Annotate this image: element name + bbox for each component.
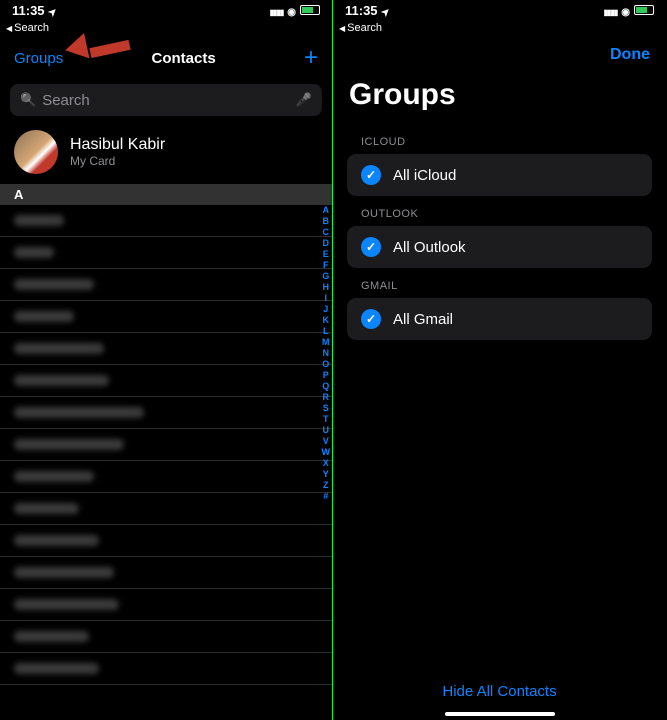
- groups-screen: 11:35 Search Done Groups ICLOUD All iClou…: [333, 0, 666, 720]
- my-card-name: Hasibul Kabir: [70, 136, 165, 154]
- location-icon: [382, 3, 390, 18]
- done-button[interactable]: Done: [610, 46, 650, 64]
- search-placeholder: Search: [42, 92, 290, 109]
- index-letter[interactable]: M: [322, 337, 331, 348]
- home-indicator[interactable]: [445, 712, 555, 716]
- battery-icon: [634, 5, 654, 15]
- search-field[interactable]: Search: [10, 84, 322, 116]
- group-label: All Outlook: [393, 239, 466, 256]
- index-letter[interactable]: W: [322, 447, 331, 458]
- checkmark-icon: [361, 165, 381, 185]
- index-letter[interactable]: J: [322, 304, 331, 315]
- contact-row[interactable]: [0, 429, 332, 461]
- checkmark-icon: [361, 309, 381, 329]
- contact-row[interactable]: [0, 269, 332, 301]
- battery-icon: [300, 5, 320, 15]
- checkmark-icon: [361, 237, 381, 257]
- index-letter[interactable]: Y: [322, 469, 331, 480]
- status-bar: 11:35: [0, 0, 332, 20]
- index-letter[interactable]: R: [322, 392, 331, 403]
- contact-row[interactable]: [0, 333, 332, 365]
- contact-row[interactable]: [0, 621, 332, 653]
- index-letter[interactable]: O: [322, 359, 331, 370]
- nav-bar: Groups Contacts +: [0, 36, 332, 80]
- index-letter[interactable]: K: [322, 315, 331, 326]
- back-to-search[interactable]: Search: [0, 20, 332, 36]
- groups-button[interactable]: Groups: [14, 50, 63, 67]
- my-card-subtitle: My Card: [70, 154, 165, 168]
- group-section-label: GMAIL: [333, 268, 666, 298]
- index-letter[interactable]: X: [322, 458, 331, 469]
- status-bar: 11:35: [333, 0, 666, 20]
- index-letter[interactable]: B: [322, 216, 331, 227]
- index-letter[interactable]: E: [322, 249, 331, 260]
- annotation-arrow: [70, 32, 130, 62]
- index-letter[interactable]: N: [322, 348, 331, 359]
- page-title: Groups: [333, 74, 666, 124]
- index-letter[interactable]: A: [322, 205, 331, 216]
- index-letter[interactable]: Q: [322, 381, 331, 392]
- index-letter[interactable]: T: [322, 414, 331, 425]
- contact-row[interactable]: [0, 301, 332, 333]
- contact-row[interactable]: [0, 397, 332, 429]
- avatar: [14, 130, 58, 174]
- page-title: Contacts: [152, 50, 216, 67]
- contact-row[interactable]: [0, 653, 332, 685]
- index-letter[interactable]: F: [322, 260, 331, 271]
- index-letter[interactable]: S: [322, 403, 331, 414]
- index-letter[interactable]: G: [322, 271, 331, 282]
- contact-row[interactable]: [0, 365, 332, 397]
- add-contact-button[interactable]: +: [304, 44, 318, 72]
- wifi-icon: [287, 3, 296, 18]
- group-item[interactable]: All iCloud: [347, 154, 652, 196]
- alphabet-index[interactable]: ABCDEFGHIJKLMNOPQRSTUVWXYZ#: [322, 205, 331, 502]
- chevron-left-icon: [339, 22, 345, 34]
- index-letter[interactable]: I: [322, 293, 331, 304]
- group-label: All Gmail: [393, 311, 453, 328]
- index-letter[interactable]: P: [322, 370, 331, 381]
- group-section-label: OUTLOOK: [333, 196, 666, 226]
- index-letter[interactable]: L: [322, 326, 331, 337]
- group-item[interactable]: All Outlook: [347, 226, 652, 268]
- back-to-search[interactable]: Search: [333, 20, 666, 36]
- index-letter[interactable]: D: [322, 238, 331, 249]
- hide-all-contacts-button[interactable]: Hide All Contacts: [333, 683, 666, 700]
- wifi-icon: [621, 3, 630, 18]
- contact-row[interactable]: [0, 493, 332, 525]
- contact-row[interactable]: [0, 461, 332, 493]
- location-icon: [49, 3, 57, 18]
- index-letter[interactable]: U: [322, 425, 331, 436]
- contact-row[interactable]: [0, 237, 332, 269]
- contact-list: ABCDEFGHIJKLMNOPQRSTUVWXYZ#: [0, 205, 332, 685]
- signal-icon: [270, 3, 284, 18]
- index-letter[interactable]: Z: [322, 480, 331, 491]
- contact-row[interactable]: [0, 205, 332, 237]
- section-header: A: [0, 184, 332, 205]
- contact-row[interactable]: [0, 557, 332, 589]
- group-item[interactable]: All Gmail: [347, 298, 652, 340]
- group-label: All iCloud: [393, 167, 456, 184]
- contact-row[interactable]: [0, 589, 332, 621]
- status-time: 11:35: [345, 3, 378, 18]
- index-letter[interactable]: V: [322, 436, 331, 447]
- contact-row[interactable]: [0, 525, 332, 557]
- index-letter[interactable]: H: [322, 282, 331, 293]
- search-icon: [20, 91, 36, 109]
- index-letter[interactable]: #: [322, 491, 331, 502]
- chevron-left-icon: [6, 22, 12, 34]
- contacts-screen: 11:35 Search Groups Contacts + Search Ha…: [0, 0, 333, 720]
- my-card[interactable]: Hasibul Kabir My Card: [0, 120, 332, 184]
- group-section-label: ICLOUD: [333, 124, 666, 154]
- signal-icon: [604, 3, 618, 18]
- microphone-icon[interactable]: [296, 91, 312, 109]
- nav-bar: Done: [333, 36, 666, 74]
- status-time: 11:35: [12, 3, 45, 18]
- index-letter[interactable]: C: [322, 227, 331, 238]
